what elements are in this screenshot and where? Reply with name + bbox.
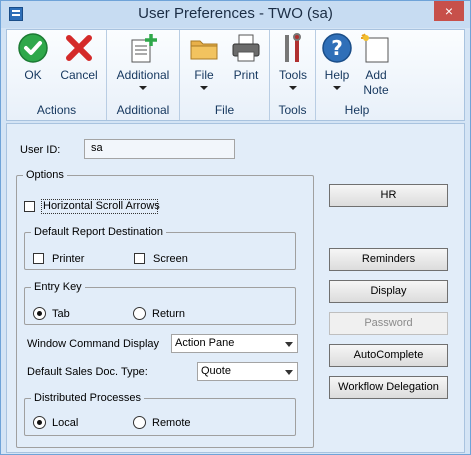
window-command-label: Window Command Display xyxy=(27,338,160,350)
reminders-button[interactable]: Reminders xyxy=(329,248,448,271)
tab-label: Tab xyxy=(52,308,70,320)
additional-icon xyxy=(127,32,159,64)
tools-icon xyxy=(277,32,309,64)
printer-checkbox[interactable] xyxy=(33,253,44,264)
help-label: Help xyxy=(324,68,350,82)
chevron-down-icon xyxy=(285,342,293,347)
chevron-down-icon xyxy=(289,86,297,90)
group-label-additional: Additional xyxy=(116,103,170,117)
svg-text:?: ? xyxy=(331,36,343,60)
group-label-tools: Tools xyxy=(278,103,307,117)
return-label: Return xyxy=(152,308,186,320)
print-button[interactable]: Print xyxy=(226,32,266,83)
add-note-button[interactable]: Add Note xyxy=(357,32,395,98)
hr-button[interactable]: HR xyxy=(329,184,448,207)
tab-radio[interactable] xyxy=(33,307,46,320)
group-additional: Additional Additional xyxy=(107,30,180,120)
entry-key-legend: Entry Key xyxy=(34,281,82,293)
file-label: File xyxy=(194,68,214,82)
user-preferences-window: User Preferences - TWO (sa) × OK Cancel … xyxy=(0,0,471,455)
add-note-label-2: Note xyxy=(363,83,389,97)
password-button: Password xyxy=(329,312,448,335)
chevron-down-icon xyxy=(333,86,341,90)
print-label: Print xyxy=(233,68,259,82)
check-icon xyxy=(17,32,49,64)
help-icon: ? xyxy=(321,32,353,64)
tools-button[interactable]: Tools xyxy=(273,32,313,90)
chevron-down-icon xyxy=(285,370,293,375)
return-radio[interactable] xyxy=(133,307,146,320)
group-label-actions: Actions xyxy=(36,103,77,117)
chevron-down-icon xyxy=(200,86,208,90)
folder-icon xyxy=(188,32,220,64)
horizontal-scroll-label: Horizontal Scroll Arrows xyxy=(43,200,160,212)
title-bar: User Preferences - TWO (sa) × xyxy=(1,1,470,28)
report-destination-legend: Default Report Destination xyxy=(34,226,164,238)
file-button[interactable]: File xyxy=(184,32,224,90)
horizontal-scroll-checkbox[interactable] xyxy=(24,201,35,212)
add-note-label-1: Add xyxy=(365,68,387,82)
user-id-label: User ID: xyxy=(20,144,61,156)
group-label-file: File xyxy=(214,103,235,117)
window-title: User Preferences - TWO (sa) xyxy=(138,5,333,22)
ribbon: OK Cancel Actions Additional Additional xyxy=(6,29,465,121)
window-command-value: Action Pane xyxy=(175,337,235,349)
note-icon xyxy=(360,32,392,64)
autocomplete-button[interactable]: AutoComplete xyxy=(329,344,448,367)
x-icon xyxy=(63,32,95,64)
printer-label: Printer xyxy=(52,253,85,265)
help-button[interactable]: ? Help xyxy=(318,32,356,90)
group-help: ? Help Add Note Help xyxy=(316,30,398,120)
remote-label: Remote xyxy=(152,417,191,429)
window-command-select[interactable]: Action Pane xyxy=(171,334,298,353)
sales-doc-select[interactable]: Quote xyxy=(197,362,298,381)
sales-doc-label: Default Sales Doc. Type: xyxy=(27,366,148,378)
additional-button[interactable]: Additional xyxy=(110,32,176,90)
distributed-processes-group: Distributed Processes xyxy=(24,392,296,436)
ok-label: OK xyxy=(24,68,42,82)
tools-label: Tools xyxy=(278,68,307,82)
cancel-button[interactable]: Cancel xyxy=(57,32,101,83)
chevron-down-icon xyxy=(139,86,147,90)
ok-button[interactable]: OK xyxy=(13,32,53,83)
group-label-help: Help xyxy=(344,103,370,117)
group-file: File Print File xyxy=(180,30,270,120)
remote-radio[interactable] xyxy=(133,416,146,429)
display-button[interactable]: Display xyxy=(329,280,448,303)
sales-doc-value: Quote xyxy=(201,365,231,377)
group-tools: Tools Tools xyxy=(270,30,316,120)
user-id-field: sa xyxy=(84,139,235,159)
screen-checkbox[interactable] xyxy=(134,253,145,264)
local-label: Local xyxy=(52,417,79,429)
cancel-label: Cancel xyxy=(60,68,98,82)
additional-label: Additional xyxy=(116,68,170,82)
options-legend: Options xyxy=(26,169,64,181)
content-area: User ID: sa Options Horizontal Scroll Ar… xyxy=(6,123,465,453)
local-radio[interactable] xyxy=(33,416,46,429)
group-actions: OK Cancel Actions xyxy=(7,30,107,120)
workflow-delegation-button[interactable]: Workflow Delegation xyxy=(329,376,448,399)
distributed-processes-legend: Distributed Processes xyxy=(34,392,141,404)
printer-icon xyxy=(230,32,262,64)
screen-label: Screen xyxy=(153,253,188,265)
close-button[interactable]: × xyxy=(434,1,464,21)
